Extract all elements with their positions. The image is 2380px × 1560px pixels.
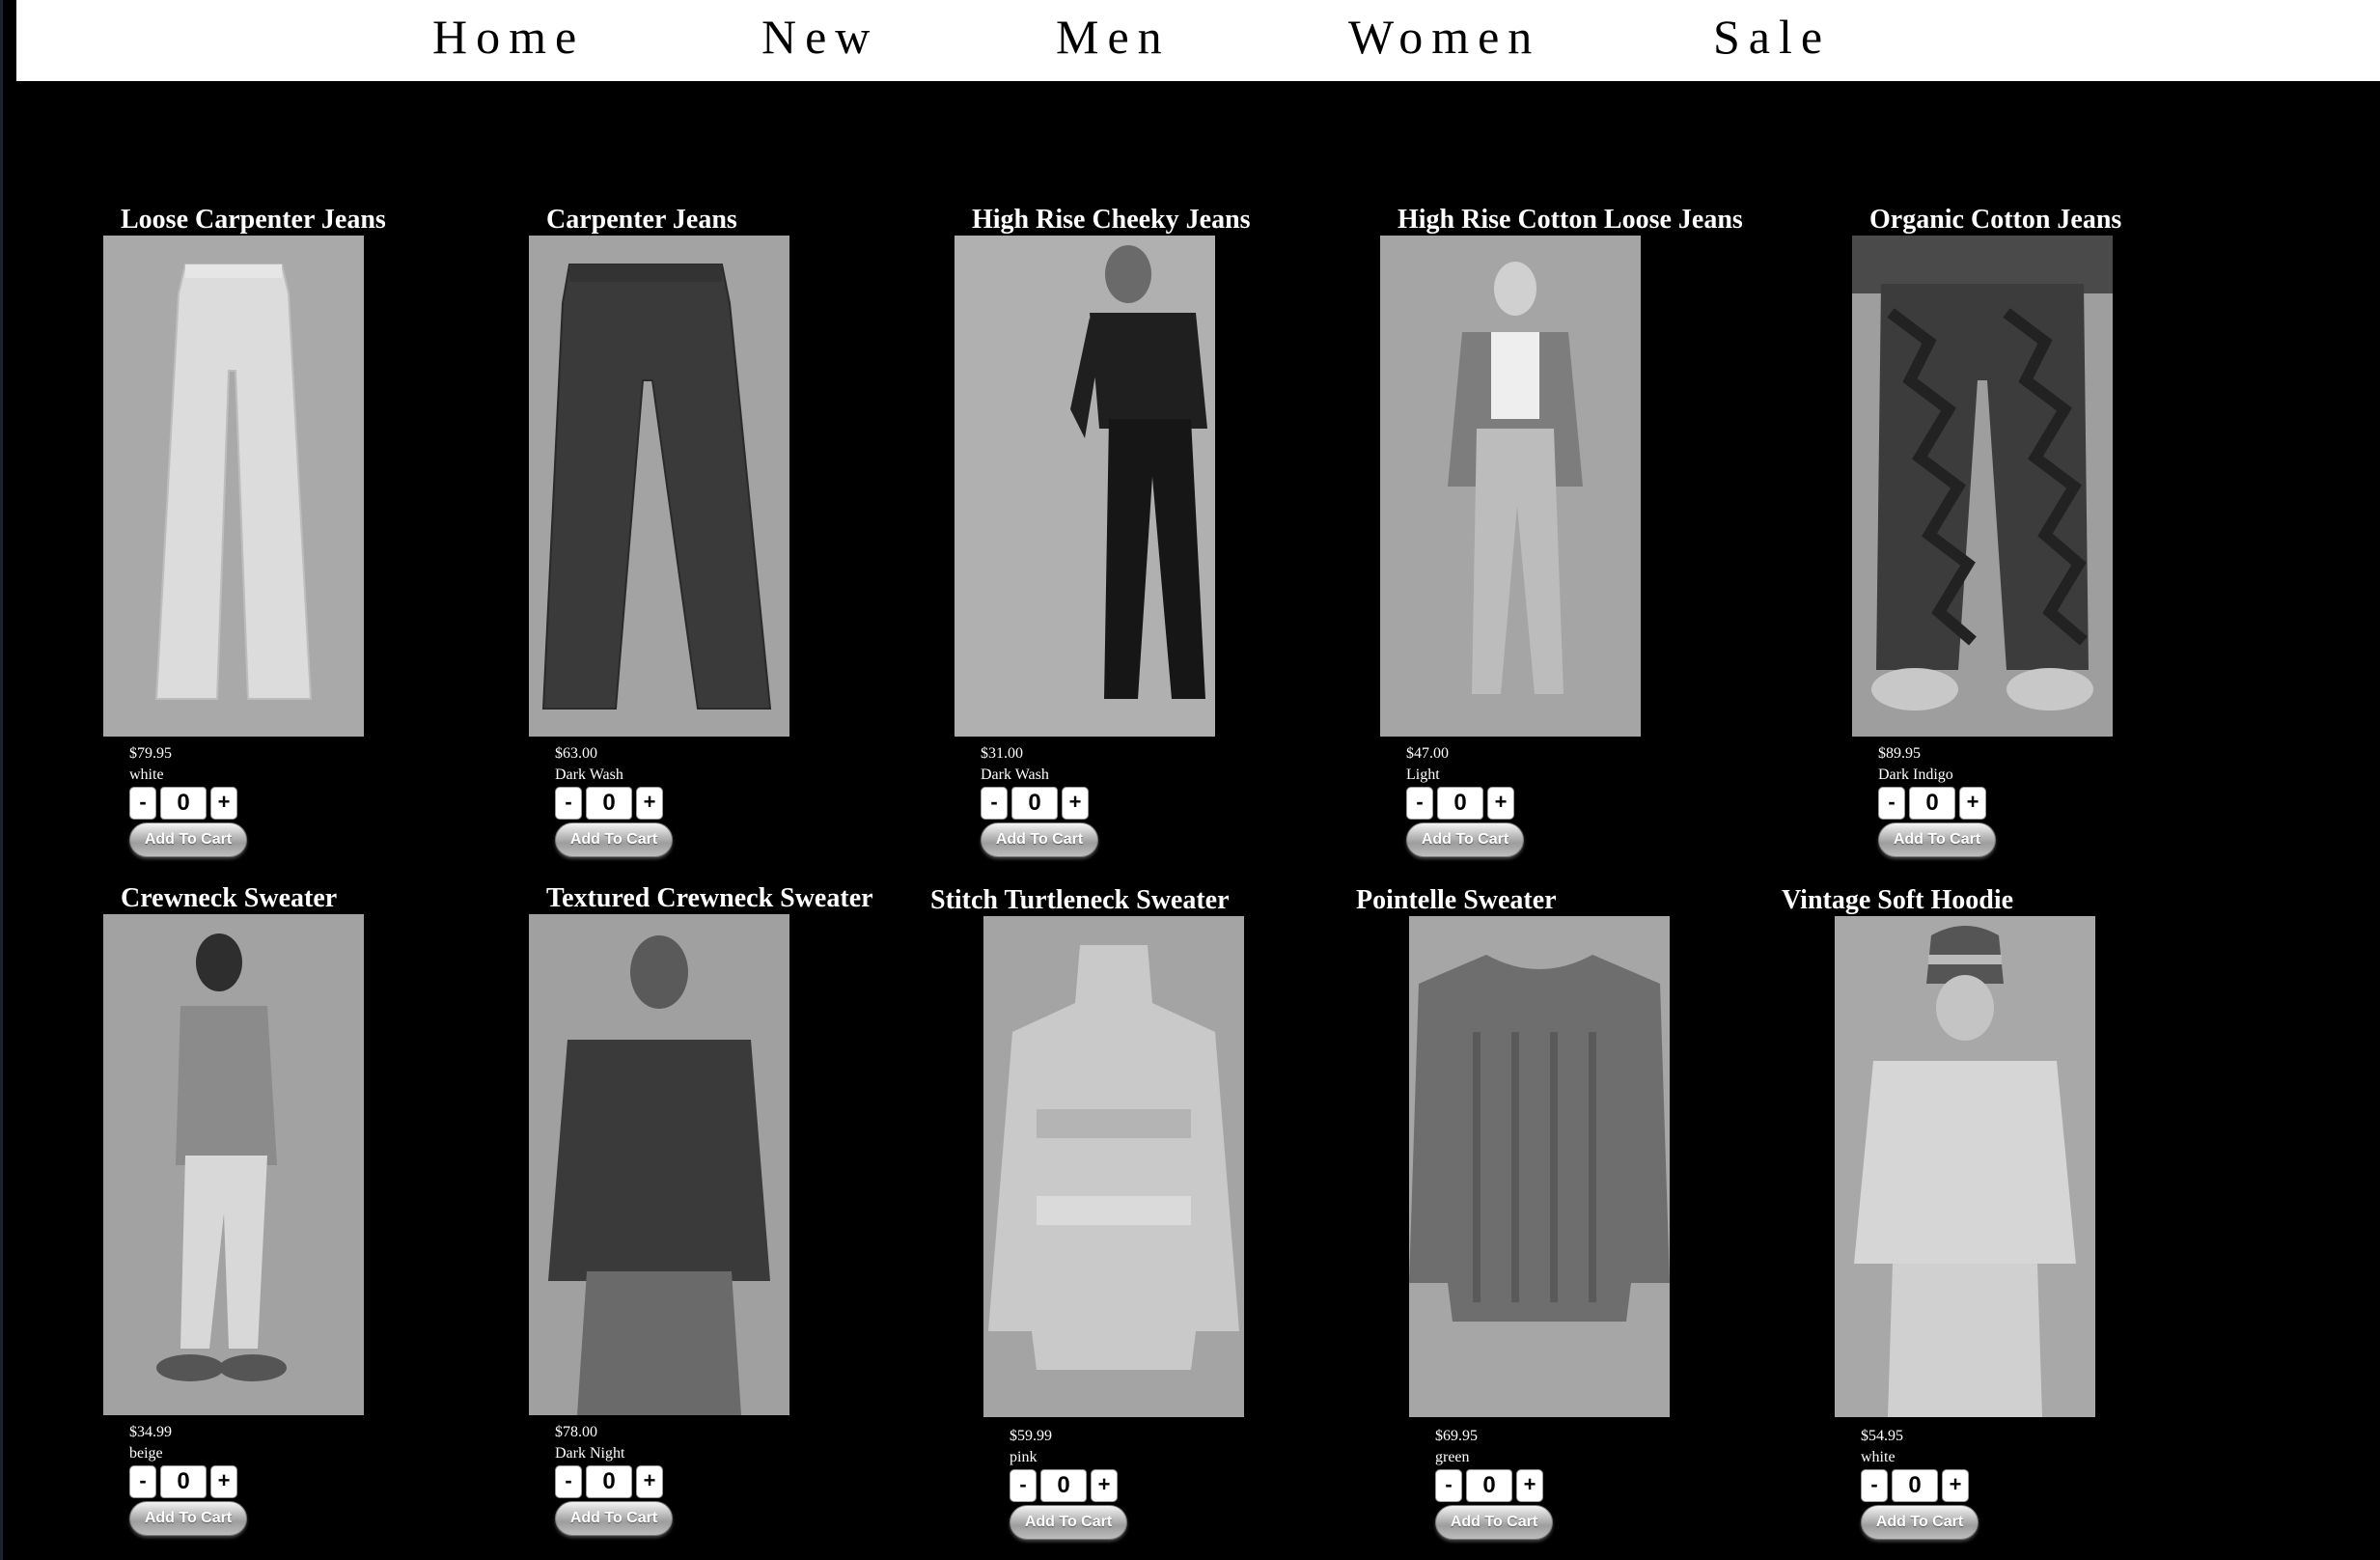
product-color: beige (129, 1445, 163, 1462)
product-image[interactable] (529, 914, 789, 1415)
product-price: $79.95 (129, 745, 172, 762)
top-nav-bar: Home New Men Women Sale (16, 0, 2380, 81)
increase-quantity-button[interactable]: + (210, 1465, 237, 1498)
product-price: $54.95 (1861, 1428, 1903, 1444)
decrease-quantity-button[interactable]: - (555, 1465, 582, 1498)
increase-quantity-button[interactable]: + (210, 787, 237, 820)
product-price: $31.00 (981, 745, 1023, 762)
product-color: white (129, 766, 164, 783)
product-color: green (1435, 1449, 1470, 1465)
quantity-value[interactable]: 0 (1437, 787, 1483, 820)
increase-quantity-button[interactable]: + (636, 1465, 663, 1498)
nav-men[interactable]: Men (1056, 8, 1171, 66)
decrease-quantity-button[interactable]: - (1435, 1469, 1462, 1502)
nav-new[interactable]: New (761, 8, 878, 66)
add-to-cart-button[interactable]: Add To Cart (1878, 822, 1996, 857)
product-title: Loose Carpenter Jeans (121, 205, 386, 235)
product-color: white (1861, 1449, 1896, 1465)
increase-quantity-button[interactable]: + (1516, 1469, 1543, 1502)
page-background: Home New Men Women Sale Loose Carpenter … (0, 0, 2380, 1560)
product-image[interactable] (1380, 236, 1641, 737)
product-image[interactable] (1835, 916, 2095, 1417)
nav-home[interactable]: Home (432, 8, 585, 66)
product-price: $78.00 (555, 1424, 597, 1440)
product-title: Organic Cotton Jeans (1869, 205, 2122, 235)
product-color: Dark Wash (555, 766, 623, 783)
increase-quantity-button[interactable]: + (1091, 1469, 1118, 1502)
product-color: Light (1406, 766, 1440, 783)
increase-quantity-button[interactable]: + (1942, 1469, 1969, 1502)
product-price: $63.00 (555, 745, 597, 762)
decrease-quantity-button[interactable]: - (981, 787, 1008, 820)
product-title: Textured Crewneck Sweater (546, 883, 873, 913)
decrease-quantity-button[interactable]: - (129, 787, 156, 820)
product-color: Dark Night (555, 1445, 625, 1462)
product-image[interactable] (103, 236, 364, 737)
product-title: High Rise Cheeky Jeans (972, 205, 1251, 235)
product-color: Dark Indigo (1878, 766, 1953, 783)
increase-quantity-button[interactable]: + (1959, 787, 1986, 820)
quantity-value[interactable]: 0 (586, 1465, 632, 1498)
add-to-cart-button[interactable]: Add To Cart (555, 1501, 673, 1536)
quantity-value[interactable]: 0 (1909, 787, 1955, 820)
decrease-quantity-button[interactable]: - (1010, 1469, 1037, 1502)
quantity-value[interactable]: 0 (586, 787, 632, 820)
add-to-cart-button[interactable]: Add To Cart (129, 822, 247, 857)
quantity-value[interactable]: 0 (1040, 1469, 1087, 1502)
product-title: Vintage Soft Hoodie (1782, 885, 2014, 915)
product-price: $89.95 (1878, 745, 1921, 762)
add-to-cart-button[interactable]: Add To Cart (1010, 1505, 1127, 1540)
product-image[interactable] (529, 236, 789, 737)
add-to-cart-button[interactable]: Add To Cart (981, 822, 1098, 857)
product-price: $47.00 (1406, 745, 1449, 762)
add-to-cart-button[interactable]: Add To Cart (129, 1501, 247, 1536)
decrease-quantity-button[interactable]: - (1878, 787, 1905, 820)
product-title: Carpenter Jeans (546, 205, 737, 235)
increase-quantity-button[interactable]: + (636, 787, 663, 820)
product-color: Dark Wash (981, 766, 1049, 783)
product-image[interactable] (1852, 236, 2113, 737)
product-title: High Rise Cotton Loose Jeans (1398, 205, 1743, 235)
quantity-value[interactable]: 0 (1892, 1469, 1938, 1502)
product-image[interactable] (955, 236, 1215, 737)
quantity-value[interactable]: 0 (160, 787, 207, 820)
product-price: $59.99 (1010, 1428, 1052, 1444)
nav-women[interactable]: Women (1348, 8, 1540, 66)
product-color: pink (1010, 1449, 1038, 1465)
add-to-cart-button[interactable]: Add To Cart (1406, 822, 1524, 857)
quantity-value[interactable]: 0 (1466, 1469, 1512, 1502)
add-to-cart-button[interactable]: Add To Cart (555, 822, 673, 857)
increase-quantity-button[interactable]: + (1487, 787, 1514, 820)
product-price: $34.99 (129, 1424, 172, 1440)
product-price: $69.95 (1435, 1428, 1478, 1444)
add-to-cart-button[interactable]: Add To Cart (1861, 1505, 1979, 1540)
quantity-value[interactable]: 0 (1011, 787, 1058, 820)
quantity-value[interactable]: 0 (160, 1465, 207, 1498)
product-image[interactable] (983, 916, 1244, 1417)
product-title: Pointelle Sweater (1356, 885, 1557, 915)
product-image[interactable] (1409, 916, 1670, 1417)
decrease-quantity-button[interactable]: - (1861, 1469, 1888, 1502)
decrease-quantity-button[interactable]: - (129, 1465, 156, 1498)
nav-sale[interactable]: Sale (1713, 8, 1831, 66)
product-title: Stitch Turtleneck Sweater (930, 885, 1230, 915)
decrease-quantity-button[interactable]: - (1406, 787, 1433, 820)
product-image[interactable] (103, 914, 364, 1415)
product-title: Crewneck Sweater (121, 883, 338, 913)
increase-quantity-button[interactable]: + (1062, 787, 1089, 820)
add-to-cart-button[interactable]: Add To Cart (1435, 1505, 1553, 1540)
decrease-quantity-button[interactable]: - (555, 787, 582, 820)
